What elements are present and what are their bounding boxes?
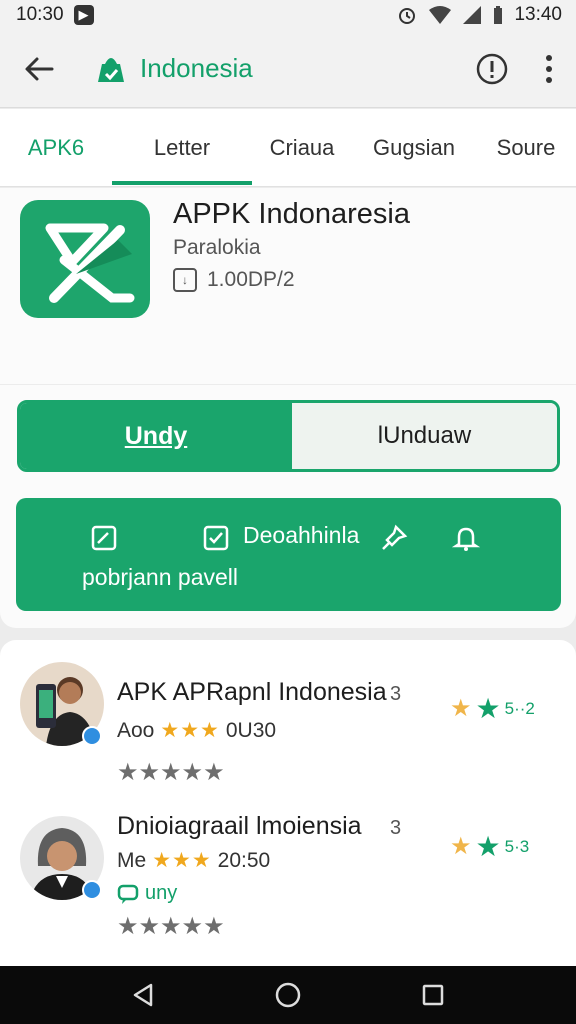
- tab-label: Letter: [153, 134, 211, 160]
- active-tab-indicator: [112, 181, 252, 185]
- app-notification-icon: ▶: [73, 5, 94, 25]
- tab-apk6[interactable]: APK6: [0, 109, 112, 187]
- review-score: 5··2: [504, 698, 535, 718]
- review-score-badge: ★ ★ 5·3: [450, 830, 529, 863]
- nav-back-icon: [133, 983, 152, 1007]
- checkbox-icon[interactable]: [202, 524, 230, 552]
- primary-download-button[interactable]: Undy: [20, 403, 292, 469]
- pin-icon[interactable]: [380, 524, 408, 552]
- review-meta-prefix: Me: [117, 848, 147, 872]
- wifi-icon: [429, 6, 452, 24]
- tab-label: Soure: [496, 134, 556, 160]
- install-split-button: Undy lUnduaw: [17, 400, 560, 472]
- nav-home-icon: [275, 982, 301, 1008]
- more-options-button[interactable]: [536, 49, 562, 89]
- status-bar: 10:30 ▶ 13:40: [0, 0, 576, 30]
- gold-star-rating: ★★★: [152, 849, 212, 872]
- review-time: 0U30: [225, 718, 277, 742]
- category-tabs: APK6 Letter Criaua Gugsian Soure: [0, 109, 576, 187]
- status-time-right: 13:40: [514, 4, 562, 25]
- status-time-left: 10:30: [16, 4, 64, 25]
- review-extra: uny: [117, 882, 177, 905]
- secondary-download-label: lUnduaw: [377, 422, 472, 449]
- signal-icon: [463, 6, 482, 24]
- download-size-icon: ↓: [173, 268, 197, 292]
- battery-icon: [494, 6, 503, 24]
- verified-badge-icon: [82, 726, 102, 746]
- nav-recents-icon: [423, 984, 444, 1006]
- app-name: APPK Indonaresia: [173, 198, 410, 230]
- review-title: Dnioiagraail lmoiensia: [117, 812, 362, 840]
- info-button[interactable]: [472, 49, 512, 89]
- gold-star-icon: ★: [450, 695, 472, 722]
- primary-download-label: Undy: [124, 421, 188, 450]
- feature-label-secondary: pobrjann pavell: [82, 564, 239, 590]
- review-meta: Aoo ★★★ 0U30: [117, 718, 276, 743]
- tab-label: Gugsian: [373, 134, 455, 160]
- verified-badge-icon: [82, 880, 102, 900]
- alarm-icon: [399, 8, 416, 24]
- app-header: APPK Indonaresia Paralokia ↓ 1.00DP/2: [0, 188, 576, 384]
- feature-panel[interactable]: Deoahhinla pobrjann pavell: [16, 498, 561, 611]
- status-bar-right: 13:40: [396, 4, 562, 26]
- app-logo-icon: [45, 223, 135, 303]
- review-meta-prefix: Aoo: [117, 718, 155, 742]
- review-count: 3: [390, 683, 402, 705]
- review-item[interactable]: Dnioiagraail lmoiensia 3 Me ★★★ 20:50 un…: [0, 812, 576, 952]
- gold-star-icon: ★: [450, 833, 472, 860]
- app-size-row: ↓ 1.00DP/2: [173, 268, 295, 292]
- feature-label-primary: Deoahhinla: [243, 522, 360, 548]
- reviews-list: APK APRapnl Indonesia 3 Aoo ★★★ 0U30 ★★★…: [0, 640, 576, 966]
- tab-gugsian[interactable]: Gugsian: [352, 109, 476, 187]
- status-bar-left: 10:30 ▶: [16, 4, 94, 26]
- app-icon: [20, 200, 150, 318]
- review-item[interactable]: APK APRapnl Indonesia 3 Aoo ★★★ 0U30 ★★★…: [0, 658, 576, 798]
- system-nav-bar: [0, 966, 576, 1024]
- review-extra-label: uny: [145, 882, 178, 904]
- review-time: 20:50: [217, 848, 271, 872]
- green-star-icon: ★: [475, 693, 501, 724]
- notification-bell-icon[interactable]: [452, 524, 480, 552]
- nav-recents-button[interactable]: [413, 975, 453, 1015]
- gold-star-rating: ★★★: [160, 719, 220, 742]
- tab-letter[interactable]: Letter: [112, 109, 252, 187]
- grey-star-rating: ★★★★★: [117, 913, 225, 940]
- review-meta: Me ★★★ 20:50: [117, 848, 270, 873]
- info-icon: [476, 53, 508, 84]
- secondary-download-button[interactable]: lUnduaw: [292, 403, 557, 469]
- chat-icon: [117, 884, 139, 904]
- tab-soure[interactable]: Soure: [476, 109, 576, 187]
- review-title: APK APRapnl Indonesia: [117, 678, 387, 706]
- green-star-icon: ★: [475, 831, 501, 862]
- more-vert-icon: [546, 54, 552, 83]
- edit-icon[interactable]: [90, 524, 118, 552]
- app-developer: Paralokia: [173, 236, 261, 259]
- review-score-badge: ★ ★ 5··2: [450, 692, 535, 725]
- app-bar-title: Indonesia: [140, 53, 253, 83]
- tab-criaua[interactable]: Criaua: [252, 109, 352, 187]
- app-size: 1.00DP/2: [207, 268, 295, 291]
- tab-label: Criaua: [269, 134, 335, 160]
- nav-home-button[interactable]: [268, 975, 308, 1015]
- review-count: 3: [390, 817, 402, 839]
- store-bag-icon: [98, 57, 124, 82]
- app-bar: Indonesia: [0, 30, 576, 108]
- nav-back-button[interactable]: [123, 975, 163, 1015]
- tab-label: APK6: [27, 134, 85, 160]
- back-arrow-icon: [25, 57, 54, 80]
- back-button[interactable]: [18, 48, 60, 90]
- review-score: 5·3: [504, 836, 530, 856]
- grey-star-rating: ★★★★★: [117, 759, 225, 786]
- action-card: Undy lUnduaw Deoahhinla pobrjann pavell: [0, 385, 576, 628]
